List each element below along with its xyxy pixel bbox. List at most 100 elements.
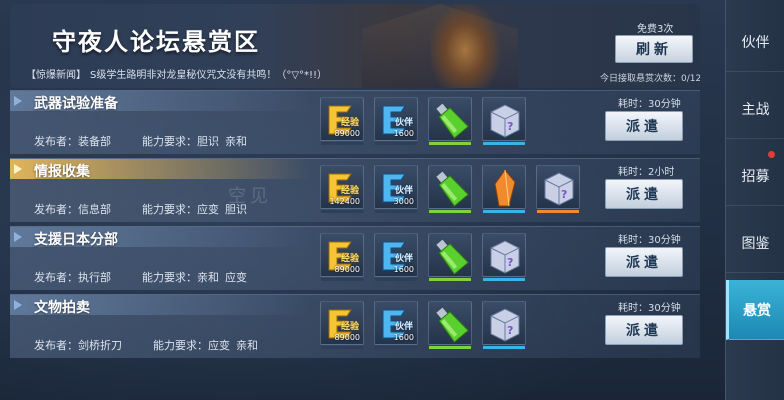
publisher-label: 发布者：: [34, 339, 78, 352]
svg-text:?: ?: [507, 256, 513, 269]
reward-rarity-bar: [375, 346, 417, 349]
reward-list: 经验 89000 伙伴 1600 ?: [320, 97, 526, 151]
reward-tag: 经验: [341, 254, 360, 264]
reward-tag: 伙伴: [395, 118, 414, 128]
reward-quantity: 1600: [393, 265, 414, 274]
task-meta: 发布者：信息部 能力要求：应变 胆识: [34, 201, 247, 217]
reward-rarity-bar: [375, 142, 417, 145]
reward-slot[interactable]: [428, 301, 472, 349]
nav-label: 招募: [741, 168, 770, 185]
task-row: 武器试验准备 发布者：装备部 能力要求：胆识 亲和 经验 89000 伙伴 160…: [10, 90, 700, 154]
reward-rarity-bar: [537, 210, 579, 213]
task-meta: 发布者：装备部 能力要求：胆识 亲和: [34, 133, 247, 149]
reward-slot[interactable]: 经验 89000: [320, 301, 364, 349]
reward-slot[interactable]: 伙伴 3000: [374, 165, 418, 213]
reward-slot[interactable]: ?: [482, 301, 526, 349]
publisher-label: 发布者：: [34, 135, 78, 148]
nav-item-2[interactable]: 招募: [726, 146, 784, 206]
reward-slot[interactable]: 伙伴 1600: [374, 233, 418, 281]
reward-slot[interactable]: 经验 142400: [320, 165, 364, 213]
reward-list: 经验 89000 伙伴 1600 ?: [320, 301, 526, 355]
reward-slot[interactable]: ?: [536, 165, 580, 213]
reward-rarity-bar: [429, 278, 471, 281]
reward-rarity-bar: [483, 210, 525, 213]
refresh-button[interactable]: 刷新: [615, 35, 693, 63]
requirement-label: 能力要求：: [142, 203, 197, 216]
nav-item-4[interactable]: 悬赏: [726, 280, 784, 340]
reward-slot[interactable]: [428, 97, 472, 145]
task-name: 情报收集: [34, 164, 90, 180]
news-ticker: 【惊爆新闻】 S级学生路明非对龙皇秘仪咒文没有共鸣！（°▽°*!!）: [26, 66, 466, 81]
task-row: 文物拍卖 发布者：剑桥折刀 能力要求：应变 亲和 经验 89000 伙伴 1600…: [10, 294, 700, 358]
reward-rarity-bar: [429, 210, 471, 213]
reward-tag: 经验: [341, 322, 360, 332]
page-title: 守夜人论坛悬赏区: [52, 28, 260, 56]
dispatch-button[interactable]: 派遣: [605, 247, 683, 277]
task-duration: 耗时：30分钟: [618, 99, 681, 110]
requirement-2: 亲和: [236, 339, 258, 352]
reward-list: 经验 142400 伙伴 3000 ?: [320, 165, 580, 219]
reward-rarity-bar: [375, 278, 417, 281]
news-text: S级学生路明非对龙皇秘仪咒文没有共鸣！（°▽°*!!）: [90, 70, 328, 81]
reward-slot[interactable]: 经验 89000: [320, 97, 364, 145]
reward-slot[interactable]: 伙伴 1600: [374, 301, 418, 349]
nav-label: 图鉴: [741, 235, 770, 252]
requirement-label: 能力要求：: [142, 271, 197, 284]
reward-slot[interactable]: [428, 233, 472, 281]
reward-quantity: 1600: [393, 129, 414, 138]
nav-label: 伙伴: [741, 34, 770, 51]
reward-rarity-bar: [321, 278, 363, 281]
reward-slot[interactable]: [482, 165, 526, 213]
requirement-label: 能力要求：: [153, 339, 208, 352]
task-duration: 耗时：30分钟: [618, 303, 681, 314]
requirement-1: 亲和: [197, 271, 219, 284]
reward-slot[interactable]: [428, 165, 472, 213]
publisher-value: 信息部: [78, 203, 111, 216]
reward-slot[interactable]: 经验 89000: [320, 233, 364, 281]
requirement-1: 应变: [197, 203, 219, 216]
nav-item-3[interactable]: 图鉴: [726, 213, 784, 273]
nav-item-1[interactable]: 主战: [726, 79, 784, 139]
bounty-banner: 守夜人论坛悬赏区 【惊爆新闻】 S级学生路明非对龙皇秘仪咒文没有共鸣！（°▽°*!…: [10, 4, 700, 88]
reward-rarity-bar: [375, 210, 417, 213]
reward-slot[interactable]: ?: [482, 233, 526, 281]
nav-item-0[interactable]: 伙伴: [726, 12, 784, 72]
task-name: 支援日本分部: [34, 232, 118, 248]
free-refresh-count: 免费3次: [637, 24, 674, 35]
reward-quantity: 142400: [329, 197, 360, 206]
requirement-label: 能力要求：: [142, 135, 197, 148]
requirement-1: 胆识: [197, 135, 219, 148]
reward-quantity: 89000: [334, 265, 360, 274]
publisher-label: 发布者：: [34, 271, 78, 284]
publisher-value: 执行部: [78, 271, 111, 284]
task-row: 支援日本分部 发布者：执行部 能力要求：亲和 应变 经验 89000 伙伴 160…: [10, 226, 700, 290]
svg-text:?: ?: [507, 324, 513, 337]
reward-rarity-bar: [321, 346, 363, 349]
notification-dot-icon: [768, 151, 775, 158]
reward-tag: 经验: [341, 118, 360, 128]
reward-slot[interactable]: 伙伴 1600: [374, 97, 418, 145]
reward-rarity-bar: [429, 142, 471, 145]
reward-quantity: 89000: [334, 333, 360, 342]
dispatch-button[interactable]: 派遣: [605, 315, 683, 345]
requirement-1: 应变: [208, 339, 230, 352]
nav-label: 主战: [741, 101, 770, 118]
dispatch-button[interactable]: 派遣: [605, 111, 683, 141]
publisher-value: 剑桥折刀: [78, 339, 122, 352]
reward-quantity: 1600: [393, 333, 414, 342]
reward-rarity-bar: [321, 210, 363, 213]
reward-quantity: 89000: [334, 129, 360, 138]
reward-rarity-bar: [483, 278, 525, 281]
side-nav: 伙伴主战招募图鉴悬赏: [725, 0, 784, 400]
reward-slot[interactable]: ?: [482, 97, 526, 145]
reward-rarity-bar: [483, 346, 525, 349]
svg-text:?: ?: [507, 120, 513, 133]
watermark: 空见: [228, 186, 272, 207]
task-duration: 耗时：2小时: [618, 167, 675, 178]
today-count-value: 0/12: [681, 74, 700, 84]
task-meta: 发布者：执行部 能力要求：亲和 应变: [34, 269, 247, 285]
requirement-2: 亲和: [225, 135, 247, 148]
dispatch-button[interactable]: 派遣: [605, 179, 683, 209]
today-count-label: 今日接取悬赏次数：: [600, 74, 682, 84]
reward-rarity-bar: [483, 142, 525, 145]
